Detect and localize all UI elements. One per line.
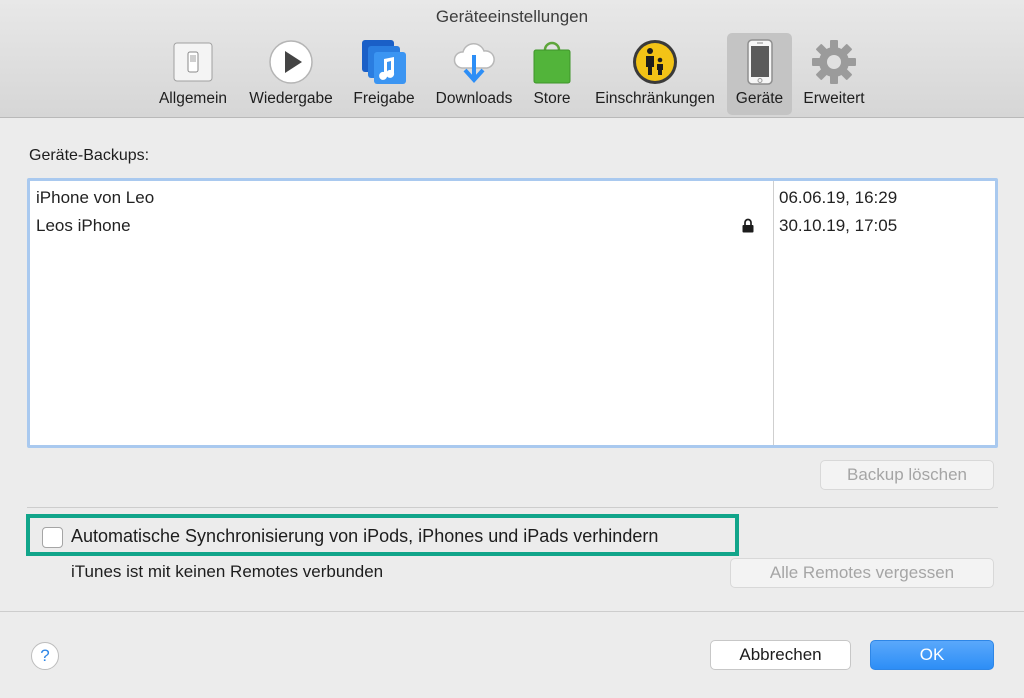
tab-general[interactable]: Allgemein bbox=[150, 33, 236, 115]
tab-advanced-label: Erweitert bbox=[803, 90, 865, 107]
help-button[interactable]: ? bbox=[31, 642, 59, 670]
tab-general-label: Allgemein bbox=[158, 90, 228, 107]
tab-devices[interactable]: Geräte bbox=[727, 33, 792, 115]
prevent-sync-label[interactable]: Automatische Synchronisierung von iPods,… bbox=[71, 526, 658, 547]
backup-name: iPhone von Leo bbox=[36, 188, 155, 207]
backup-date: 30.10.19, 17:05 bbox=[779, 216, 898, 235]
tab-store-label: Store bbox=[533, 90, 571, 107]
tab-sharing-label: Freigabe bbox=[353, 90, 415, 107]
window-title: Geräteeinstellungen bbox=[435, 7, 589, 26]
forget-remotes-button[interactable]: Alle Remotes vergessen bbox=[730, 558, 994, 588]
tab-downloads-label: Downloads bbox=[435, 90, 513, 107]
backup-date: 06.06.19, 16:29 bbox=[779, 188, 898, 207]
backup-name: Leos iPhone bbox=[36, 216, 131, 235]
backup-row[interactable]: iPhone von Leo 06.06.19, 16:29 bbox=[30, 183, 995, 211]
delete-backup-button[interactable]: Backup löschen bbox=[820, 460, 994, 490]
cloud-download-icon bbox=[449, 37, 499, 87]
sharing-music-icon bbox=[359, 37, 409, 87]
tab-sharing[interactable]: Freigabe bbox=[346, 33, 422, 115]
backup-row[interactable]: Leos iPhone 30.10.19, 17:05 bbox=[30, 211, 995, 239]
tab-playback-label: Wiedergabe bbox=[249, 90, 333, 107]
tab-downloads[interactable]: Downloads bbox=[426, 33, 522, 115]
tab-store[interactable]: Store bbox=[526, 33, 578, 115]
parental-controls-icon bbox=[630, 37, 680, 87]
lock-icon bbox=[742, 218, 754, 238]
ok-button[interactable]: OK bbox=[870, 640, 994, 670]
tab-restrictions[interactable]: Einschränkungen bbox=[584, 33, 726, 115]
store-bag-icon bbox=[527, 37, 577, 87]
general-switch-icon bbox=[168, 37, 218, 87]
titlebar: Geräteeinstellungen Allgemein Wiedergabe bbox=[0, 0, 1024, 118]
cancel-button[interactable]: Abbrechen bbox=[710, 640, 851, 670]
gear-icon bbox=[809, 37, 859, 87]
preferences-window: Geräteeinstellungen Allgemein Wiedergabe bbox=[0, 0, 1024, 698]
remotes-status-text: iTunes ist mit keinen Remotes verbunden bbox=[71, 562, 384, 581]
divider bbox=[27, 507, 998, 508]
backup-list[interactable]: iPhone von Leo 06.06.19, 16:29 Leos iPho… bbox=[27, 178, 998, 448]
tab-playback[interactable]: Wiedergabe bbox=[240, 33, 342, 115]
backups-section-label: Geräte-Backups: bbox=[29, 147, 150, 164]
tab-restrictions-label: Einschränkungen bbox=[595, 90, 715, 107]
tab-devices-label: Geräte bbox=[735, 90, 784, 107]
iphone-icon bbox=[735, 37, 785, 87]
play-icon bbox=[266, 37, 316, 87]
prevent-sync-checkbox[interactable] bbox=[42, 527, 63, 548]
tab-advanced[interactable]: Erweitert bbox=[796, 33, 872, 115]
footer-divider bbox=[0, 611, 1024, 612]
